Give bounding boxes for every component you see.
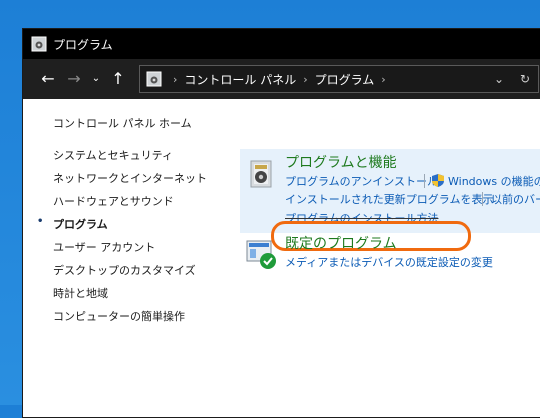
sidebar-item-user-accounts[interactable]: ユーザー アカウント	[53, 239, 155, 255]
breadcrumb-separator: ›	[173, 72, 178, 86]
up-button[interactable]: ↑	[105, 59, 131, 99]
breadcrumb-separator[interactable]: ›	[381, 73, 385, 86]
sidebar-item-network[interactable]: ネットワークとインターネット	[53, 170, 207, 186]
recent-locations-button[interactable]: ⌄	[87, 59, 105, 99]
sidebar-item-clock-region[interactable]: 時計と地域	[53, 285, 108, 301]
programs-icon	[31, 36, 47, 52]
navigation-bar: ← → ⌄ ↑ › コントロール パネル › プログラム › ⌄ ↻	[23, 59, 540, 99]
windows-features-link[interactable]: Windows の機能の	[448, 173, 540, 189]
address-actions: ⌄ ↻	[486, 66, 538, 92]
default-programs-icon	[246, 240, 276, 269]
back-button[interactable]: ←	[35, 59, 61, 99]
uninstall-program-link[interactable]: プログラムのアンインストール	[285, 173, 438, 189]
sidebar-item-home[interactable]: コントロール パネル ホーム	[53, 115, 192, 131]
sidebar-item-hardware-sound[interactable]: ハードウェアとサウンド	[53, 193, 174, 209]
breadcrumb-control-panel[interactable]: コントロール パネル	[184, 71, 296, 88]
active-bullet: •	[37, 216, 44, 227]
breadcrumb-programs[interactable]: プログラム	[315, 71, 375, 88]
sidebar-item-system-security[interactable]: システムとセキュリティ	[53, 147, 173, 163]
forward-button[interactable]: →	[61, 59, 87, 99]
programs-icon	[146, 71, 162, 87]
content-area: コントロール パネル ホーム システムとセキュリティ ネットワークとインターネッ…	[23, 99, 540, 417]
window-title: プログラム	[53, 37, 113, 52]
sidebar-item-label: プログラム	[53, 218, 108, 231]
shield-icon	[432, 174, 444, 187]
sidebar-item-desktop-customize[interactable]: デスクトップのカスタマイズ	[53, 262, 196, 278]
address-dropdown-button[interactable]: ⌄	[486, 72, 512, 86]
title-bar: プログラム	[23, 29, 540, 59]
view-installed-updates-link[interactable]: インストールされた更新プログラムを表示	[285, 191, 493, 207]
control-panel-window: プログラム ← → ⌄ ↑ › コントロール パネル › プログラム › ⌄ ↻…	[22, 28, 540, 418]
default-programs-title[interactable]: 既定のプログラム	[285, 233, 397, 253]
address-bar[interactable]: › コントロール パネル › プログラム › ⌄ ↻	[139, 65, 539, 93]
breadcrumb-separator: ›	[303, 72, 308, 86]
link-divider	[482, 192, 483, 206]
media-device-defaults-link[interactable]: メディアまたはデバイスの既定設定の変更	[285, 254, 493, 270]
sidebar-item-ease-of-access[interactable]: コンピューターの簡単操作	[53, 308, 185, 324]
link-divider	[424, 174, 425, 188]
programs-features-title[interactable]: プログラムと機能	[285, 152, 397, 172]
programs-features-icon	[250, 160, 272, 188]
previous-versions-link[interactable]: 以前のバー	[491, 191, 540, 207]
refresh-button[interactable]: ↻	[512, 72, 538, 86]
sidebar-item-programs[interactable]: • プログラム	[37, 216, 108, 232]
